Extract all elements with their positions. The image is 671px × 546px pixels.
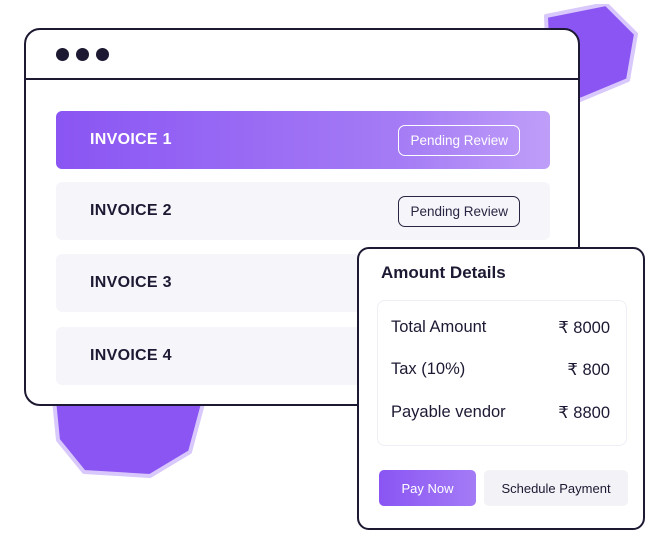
schedule-payment-button[interactable]: Schedule Payment [484, 470, 628, 506]
card-title: Amount Details [381, 263, 506, 282]
status-badge[interactable]: Pending Review [398, 195, 520, 227]
detail-row-total: Total Amount ₹ 8000 [391, 318, 610, 338]
window-control-dot[interactable] [96, 47, 109, 61]
status-badge[interactable]: Pending Review [398, 124, 520, 156]
detail-label: Tax (10%) [391, 360, 466, 378]
invoice-label: INVOICE 2 [90, 202, 172, 219]
detail-value: ₹ 800 [567, 361, 610, 379]
pay-now-button[interactable]: Pay Now [379, 470, 476, 506]
invoice-label: INVOICE 3 [90, 274, 172, 291]
amount-details-card: Amount Details Total Amount ₹ 8000 Tax (… [357, 247, 645, 530]
window-control-dot[interactable] [56, 47, 69, 61]
invoice-label: INVOICE 1 [90, 131, 172, 148]
invoice-label: INVOICE 4 [90, 347, 172, 364]
detail-label: Total Amount [391, 318, 487, 336]
invoice-row-2[interactable]: INVOICE 2 Pending Review [56, 182, 550, 240]
detail-row-payable: Payable vendor ₹ 8800 [391, 403, 610, 423]
detail-label: Payable vendor [391, 403, 506, 421]
window-control-dot[interactable] [76, 47, 89, 61]
window-titlebar [26, 30, 578, 80]
detail-row-tax: Tax (10%) ₹ 800 [391, 360, 610, 380]
detail-value: ₹ 8800 [558, 404, 610, 422]
detail-value: ₹ 8000 [558, 319, 610, 337]
decor-hexagon-bottom-left [50, 400, 210, 480]
invoice-row-1[interactable]: INVOICE 1 Pending Review [56, 111, 550, 169]
amount-details-list: Total Amount ₹ 8000 Tax (10%) ₹ 800 Paya… [377, 300, 627, 446]
